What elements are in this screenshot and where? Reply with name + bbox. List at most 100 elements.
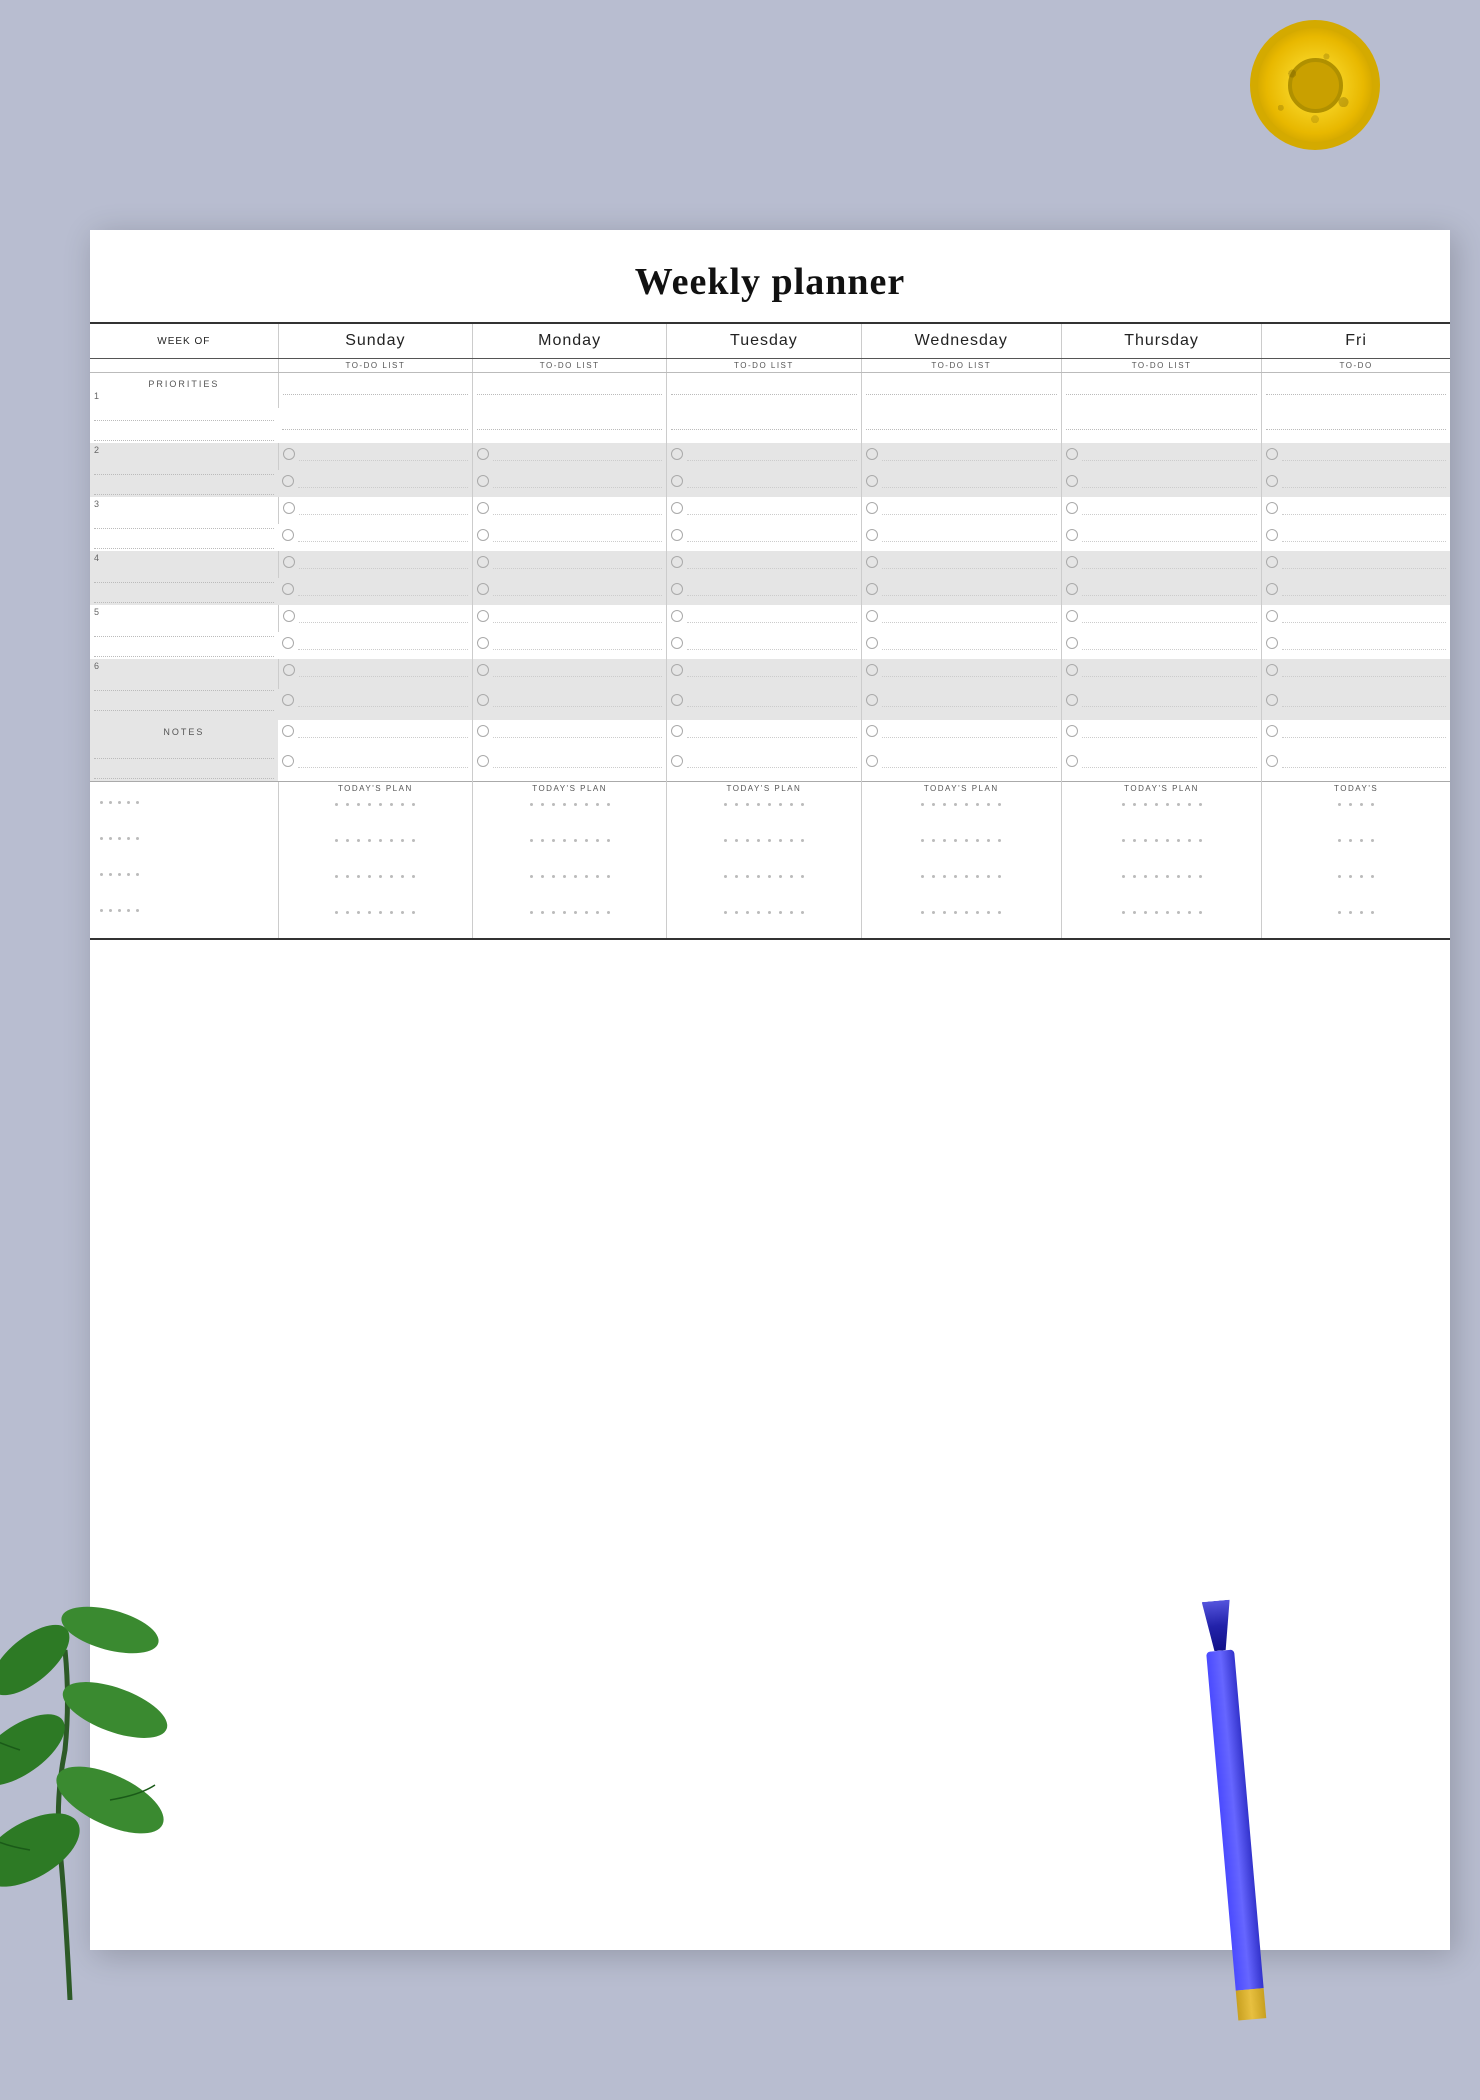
- planner-paper: Weekly planner WEEK OF Sunday Monday Tue…: [90, 230, 1450, 1950]
- monday-row5b: [472, 632, 666, 659]
- sunday-header: Sunday: [278, 323, 472, 359]
- dot-sidebar-2: [90, 831, 278, 867]
- friday-row5b: [1262, 632, 1450, 659]
- thursday-header: Thursday: [1061, 323, 1261, 359]
- priority-num-6: 6: [94, 661, 274, 671]
- priority-row-6b: [90, 689, 1450, 719]
- tuesday-row5b: [667, 632, 861, 659]
- friday-notes-a: [1262, 720, 1450, 750]
- monday-row2b: [472, 470, 666, 497]
- wednesday-row1a: [861, 373, 1061, 409]
- wednesday-row4a: [861, 551, 1061, 578]
- wednesday-dot-1: [861, 795, 1061, 831]
- friday-dot-3: [1262, 867, 1450, 903]
- thursday-row3b: [1061, 524, 1261, 551]
- monday-todo-label: TO-DO LIST: [472, 359, 666, 373]
- priority-row-6a: 6 NOTES: [90, 659, 1450, 689]
- thursday-notes-b: [1061, 750, 1261, 781]
- sunday-row3a: [278, 497, 472, 524]
- thursday-dot-1: [1061, 795, 1261, 831]
- sunday-dot-1: [278, 795, 472, 831]
- monday-header: Monday: [472, 323, 666, 359]
- sunday-notes-b: [278, 750, 472, 781]
- thursday-row4b: [1061, 578, 1261, 605]
- tuesday-notes-a: [667, 720, 861, 750]
- planner-title: Weekly planner: [90, 260, 1450, 304]
- priority-row-4b: [90, 578, 1450, 605]
- sunday-row1a: [278, 373, 472, 409]
- header-row: WEEK OF Sunday Monday Tuesday Wednesday …: [90, 323, 1450, 359]
- dot-sidebar-3: [90, 867, 278, 903]
- tuesday-row2b: [667, 470, 861, 497]
- monday-row4a: [472, 551, 666, 578]
- tuesday-row4b: [667, 578, 861, 605]
- sunday-row5a: [278, 605, 472, 632]
- sunday-row3b: [278, 524, 472, 551]
- priority-row-1a: PRIORITIES 1: [90, 373, 1450, 409]
- priority-1-line-2: [94, 421, 274, 441]
- notes-row-b: [90, 750, 1450, 781]
- sunday-row4b: [278, 578, 472, 605]
- friday-row3b: [1262, 524, 1450, 551]
- priority-num-2: 2: [94, 445, 274, 455]
- monday-todays-plan-label: TODAY'S PLAN: [472, 782, 666, 796]
- priority-num-3: 3: [94, 499, 274, 509]
- wednesday-notes-a: [861, 720, 1061, 750]
- subheader-row: TO-DO LIST TO-DO LIST TO-DO LIST TO-DO L…: [90, 359, 1450, 373]
- friday-dot-1: [1262, 795, 1450, 831]
- monday-dot-2: [472, 831, 666, 867]
- priority-6-notes-sidebar: 6 NOTES: [90, 659, 278, 782]
- sunday-row2b: [278, 470, 472, 497]
- wednesday-notes-b: [861, 750, 1061, 781]
- tape-roll-decoration: [1250, 20, 1380, 150]
- wednesday-row5a: [861, 605, 1061, 632]
- pen-tip: [1202, 1600, 1234, 1652]
- sunday-todo-label: TO-DO LIST: [278, 359, 472, 373]
- tuesday-row4a: [667, 551, 861, 578]
- dot-sidebar-1: [90, 795, 278, 831]
- wednesday-row3b: [861, 524, 1061, 551]
- priority-row-5a: 5: [90, 605, 1450, 632]
- thursday-row1b: [1061, 408, 1261, 443]
- friday-header: Fri: [1262, 323, 1450, 359]
- thursday-row3a: [1061, 497, 1261, 524]
- sunday-dot-4: [278, 903, 472, 939]
- sunday-notes-a: [278, 720, 472, 750]
- todays-plan-sidebar: [90, 782, 278, 796]
- dot-grid-row-1: [90, 795, 1450, 831]
- planner-table: WEEK OF Sunday Monday Tuesday Wednesday …: [90, 322, 1450, 940]
- monday-row6a: [472, 659, 666, 689]
- priorities-label: PRIORITIES: [94, 375, 274, 391]
- friday-row1a: [1262, 373, 1450, 409]
- tuesday-row2a: [667, 443, 861, 470]
- dot-sidebar-4: [90, 903, 278, 939]
- friday-row2a: [1262, 443, 1450, 470]
- thursday-row4a: [1061, 551, 1261, 578]
- tuesday-row1b: [667, 408, 861, 443]
- wednesday-todays-plan-label: TODAY'S PLAN: [861, 782, 1061, 796]
- tuesday-todo-label: TO-DO LIST: [667, 359, 861, 373]
- thursday-dot-3: [1061, 867, 1261, 903]
- monday-row1b: [472, 408, 666, 443]
- wednesday-row5b: [861, 632, 1061, 659]
- thursday-row2a: [1061, 443, 1261, 470]
- wednesday-dot-2: [861, 831, 1061, 867]
- tuesday-row3a: [667, 497, 861, 524]
- priority-num-1: 1: [94, 391, 274, 401]
- week-of-header: WEEK OF: [90, 323, 278, 359]
- monday-row3a: [472, 497, 666, 524]
- tuesday-dot-2: [667, 831, 861, 867]
- wednesday-row6a: [861, 659, 1061, 689]
- monday-row1a: [472, 373, 666, 409]
- priority-2-sidebar: 2: [90, 443, 278, 497]
- wednesday-row1b: [861, 408, 1061, 443]
- thursday-row1a: [1061, 373, 1261, 409]
- monday-row4b: [472, 578, 666, 605]
- priority-1-line-1: [94, 401, 274, 421]
- sunday-row6a: [278, 659, 472, 689]
- friday-todays-plan-label: TODAY'S: [1262, 782, 1450, 796]
- priority-num-5: 5: [94, 607, 274, 617]
- priority-row-2b: [90, 470, 1450, 497]
- monday-row6b: [472, 689, 666, 719]
- tuesday-todays-plan-label: TODAY'S PLAN: [667, 782, 861, 796]
